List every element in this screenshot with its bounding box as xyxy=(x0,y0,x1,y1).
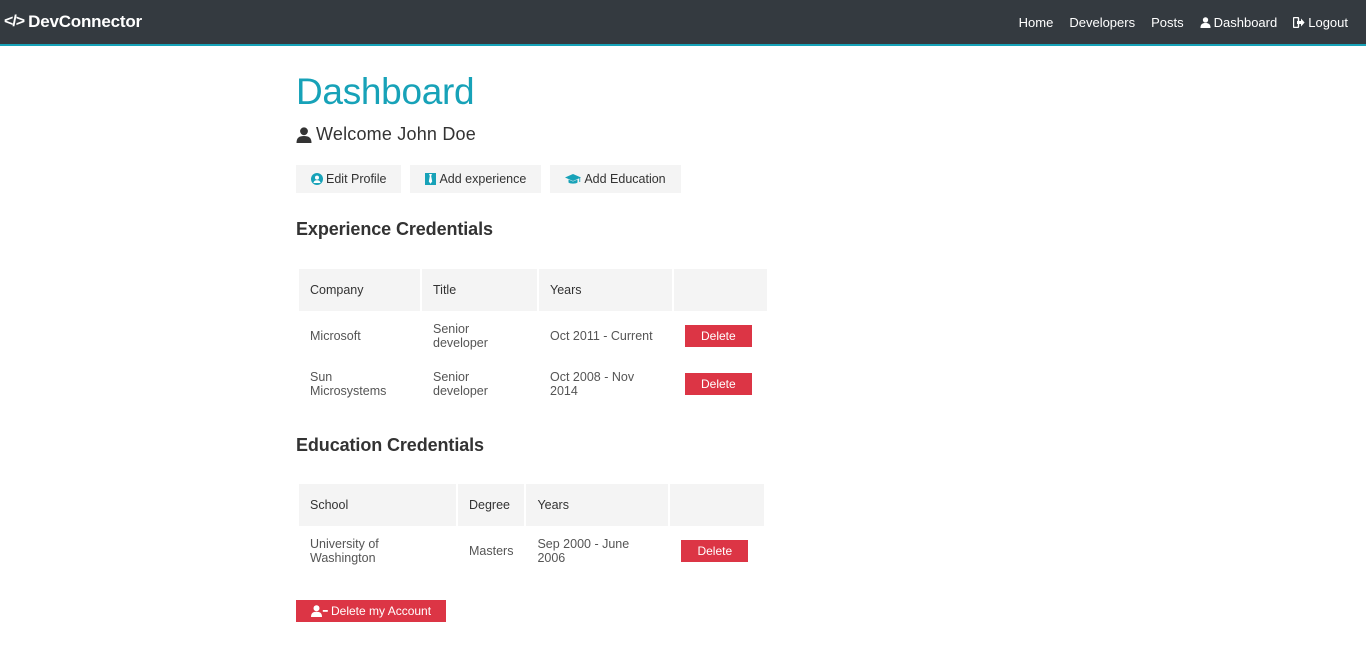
experience-years: Oct 2008 - Nov 2014 xyxy=(550,370,635,398)
column-header-years: Years xyxy=(526,484,669,526)
column-header-actions xyxy=(670,484,765,526)
add-education-button[interactable]: Add Education xyxy=(550,165,681,193)
delete-account-label: Delete my Account xyxy=(331,604,432,618)
add-experience-label: Add experience xyxy=(439,172,527,186)
experience-title: Senior developer xyxy=(433,370,488,398)
nav-logout-label: Logout xyxy=(1308,14,1348,30)
delete-account-button[interactable]: Delete my Account xyxy=(296,600,447,622)
dashboard-container: Dashboard Welcome John Doe Edit Profile … xyxy=(296,70,1056,622)
user-icon xyxy=(296,126,312,143)
experience-section-title: Experience Credentials xyxy=(296,219,493,239)
nav-logout-link[interactable]: Logout xyxy=(1293,15,1348,30)
user-icon xyxy=(1200,16,1211,28)
nav-developers-link[interactable]: Developers xyxy=(1069,15,1135,30)
education-section-title: Education Credentials xyxy=(296,435,484,455)
graduation-cap-icon xyxy=(565,174,582,184)
navbar: </> DevConnector Home Developers Posts D… xyxy=(0,0,1366,46)
education-header-row: School Degree Years xyxy=(299,484,765,526)
experience-years: Oct 2011 - Current xyxy=(550,329,653,343)
delete-experience-button[interactable]: Delete xyxy=(685,325,752,347)
experience-title: Senior developer xyxy=(433,322,488,350)
user-circle-icon xyxy=(311,173,323,185)
experience-header-row: Company Title Years xyxy=(299,269,767,311)
brand-link[interactable]: </> DevConnector xyxy=(4,12,142,32)
black-tie-icon xyxy=(425,173,437,185)
welcome-message: Welcome John Doe xyxy=(296,124,1056,145)
sign-out-icon xyxy=(1293,16,1305,28)
add-education-label: Add Education xyxy=(584,172,666,186)
dashboard-actions: Edit Profile Add experience Add Educatio… xyxy=(296,165,690,193)
welcome-text: Welcome John Doe xyxy=(316,124,476,144)
code-icon: </> xyxy=(4,13,25,30)
add-experience-button[interactable]: Add experience xyxy=(410,165,542,193)
education-table: School Degree Years University of Washin… xyxy=(297,482,766,576)
education-years: Sep 2000 - June 2006 xyxy=(537,537,630,565)
edit-profile-button[interactable]: Edit Profile xyxy=(296,165,402,193)
edit-profile-label: Edit Profile xyxy=(326,172,387,186)
education-action-cell: Delete xyxy=(670,528,764,574)
table-row: Microsoft Senior developer Oct 2011 - Cu… xyxy=(299,313,767,359)
column-header-years: Years xyxy=(539,269,672,311)
column-header-company: Company xyxy=(299,269,420,311)
education-degree: Masters xyxy=(469,544,514,558)
column-header-title: Title xyxy=(422,269,537,311)
nav-links: Home Developers Posts Dashboard Logout xyxy=(1003,15,1348,30)
column-header-school: School xyxy=(299,484,456,526)
table-row: University of Washington Masters Sep 200… xyxy=(299,528,764,574)
education-school: University of Washington xyxy=(310,537,379,565)
brand-label: DevConnector xyxy=(28,12,142,31)
nav-dashboard-link[interactable]: Dashboard xyxy=(1200,14,1278,30)
delete-experience-button[interactable]: Delete xyxy=(685,373,752,395)
experience-action-cell: Delete xyxy=(674,361,767,407)
page-title: Dashboard xyxy=(296,71,475,112)
nav-home-link[interactable]: Home xyxy=(1019,15,1054,30)
table-row: Sun Microsystems Senior developer Oct 20… xyxy=(299,361,767,407)
experience-action-cell: Delete xyxy=(674,313,767,359)
column-header-actions xyxy=(674,269,767,311)
experience-company: Microsoft xyxy=(310,329,361,343)
experience-table: Company Title Years Microsoft Senior dev… xyxy=(297,267,769,409)
nav-dashboard-label: Dashboard xyxy=(1213,14,1278,30)
nav-posts-link[interactable]: Posts xyxy=(1151,15,1184,30)
column-header-degree: Degree xyxy=(458,484,525,526)
delete-education-button[interactable]: Delete xyxy=(681,540,749,562)
user-minus-icon xyxy=(311,605,328,617)
experience-company: Sun Microsystems xyxy=(310,370,387,398)
